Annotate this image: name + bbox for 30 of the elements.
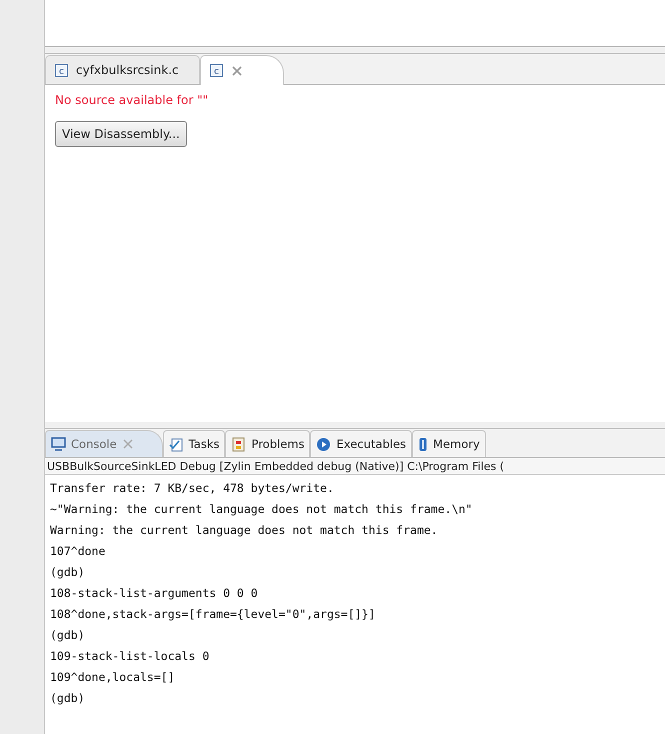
checklist-icon [168,436,184,452]
view-disassembly-button[interactable]: View Disassembly... [55,121,187,147]
console-line: (gdb) [50,627,86,644]
console-line: ~"Warning: the current language does not match this frame.\n" [50,501,474,518]
console-line: 109-stack-list-locals 0 [50,648,210,665]
view-tab[interactable]: Memory [412,430,486,457]
console-line: Warning: the current language does not match this frame. [50,522,439,539]
problems-icon [231,436,246,452]
view-tab[interactable]: Problems [225,430,310,457]
monitor-icon [51,437,66,451]
editor-tab[interactable]: c [200,55,284,85]
console-line: Transfer rate: 7 KB/sec, 478 bytes/write. [50,480,335,497]
console-line: (gdb) [50,690,86,707]
console-line: 108^done,stack-args=[frame={level="0",args=[]}] [50,606,376,623]
c-file-icon: c [208,63,224,78]
error-message: No source available for "" [55,93,210,107]
editor-tab[interactable]: c cyfxbulksrcsink.c [45,55,200,84]
close-icon[interactable] [122,438,134,450]
console-line: (gdb) [50,564,86,581]
close-icon[interactable] [230,64,243,76]
memory-icon [418,436,428,452]
play-icon [316,436,332,452]
view-tab[interactable]: Tasks [162,430,226,457]
console-title: USBBulkSourceSinkLED Debug [Zylin Embedded debug (Native)] C:\Program Files ( [45,458,665,475]
view-tab[interactable]: Console [45,430,163,457]
console-line: 107^done [50,543,106,560]
console-line: 109^done,locals=[] [50,669,176,686]
view-tab[interactable]: Executables [310,430,412,457]
c-file-icon: c [54,62,69,78]
console-line: 108-stack-list-arguments 0 0 0 [50,585,259,602]
